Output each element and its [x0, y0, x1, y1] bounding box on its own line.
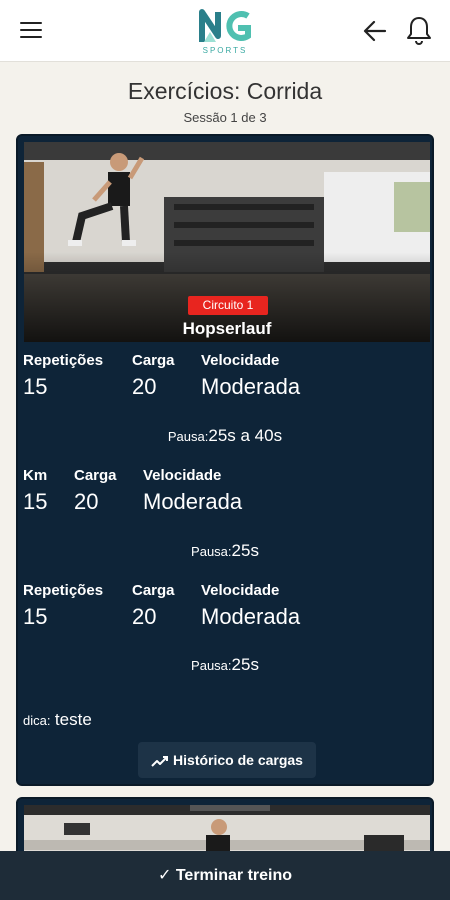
- circuit-badge: Circuito 1: [188, 296, 268, 315]
- tip-label: dica:: [23, 713, 51, 728]
- tip-value: teste: [54, 710, 92, 729]
- bell-icon[interactable]: [405, 15, 433, 45]
- set-2-speed-value: Moderada: [143, 489, 243, 514]
- tip-text: dica: teste: [23, 710, 92, 730]
- page-title: Exercícios: Corrida: [127, 78, 323, 104]
- set-3-load-value: 20: [132, 604, 157, 629]
- set-1-speed-value: Moderada: [201, 374, 301, 399]
- top-bar: SPORTS: [0, 0, 450, 62]
- set-1-speed-label: Velocidade: [201, 352, 280, 369]
- set-2-load-label: Carga: [74, 467, 117, 484]
- set-3-reps-label: Repetições: [23, 582, 104, 599]
- set-3-reps-value: 15: [23, 604, 48, 629]
- set-3-speed-value: Moderada: [201, 604, 301, 629]
- load-history-button[interactable]: Histórico de cargas: [138, 742, 316, 778]
- set-2-load-value: 20: [74, 489, 99, 514]
- exercise-name: Hopserlauf: [182, 319, 272, 338]
- set-1-reps-label: Repetições: [23, 352, 104, 369]
- pause-value: 25s: [231, 655, 259, 674]
- finish-workout-button[interactable]: ✓ Terminar treino: [0, 851, 450, 900]
- exercise-card: Circuito 1 Hopserlauf Repetições Carga V…: [16, 134, 434, 786]
- set-1-load-label: Carga: [132, 352, 175, 369]
- set-3-load-label: Carga: [132, 582, 175, 599]
- set-1-pause: Pausa:25s a 40s: [18, 426, 432, 446]
- set-1-load-value: 20: [132, 374, 157, 399]
- pause-value: 25s: [231, 541, 259, 560]
- exercise-video[interactable]: Circuito 1 Hopserlauf: [24, 142, 430, 342]
- pause-value: 25s a 40s: [208, 426, 283, 445]
- set-2-km-value: 15: [23, 489, 48, 514]
- brand-logo: SPORTS: [196, 6, 254, 58]
- set-2-km-label: Km: [23, 467, 48, 484]
- set-3-speed-label: Velocidade: [201, 582, 280, 599]
- set-1-reps-value: 15: [23, 374, 48, 399]
- set-2-speed-label: Velocidade: [143, 467, 222, 484]
- arrow-left-icon[interactable]: [362, 18, 388, 44]
- load-history-label: Histórico de cargas: [173, 752, 303, 768]
- pause-label: Pausa:: [191, 544, 232, 559]
- hamburger-menu-icon[interactable]: [20, 22, 42, 40]
- trending-up-icon: [151, 756, 169, 767]
- pause-label: Pausa:: [167, 429, 209, 444]
- pause-label: Pausa:: [191, 658, 232, 673]
- set-2-pause: Pausa:25s: [18, 541, 432, 561]
- logo-text: SPORTS: [202, 46, 248, 55]
- session-counter: Sessão 1 de 3: [183, 110, 267, 125]
- set-3-pause: Pausa:25s: [18, 655, 432, 675]
